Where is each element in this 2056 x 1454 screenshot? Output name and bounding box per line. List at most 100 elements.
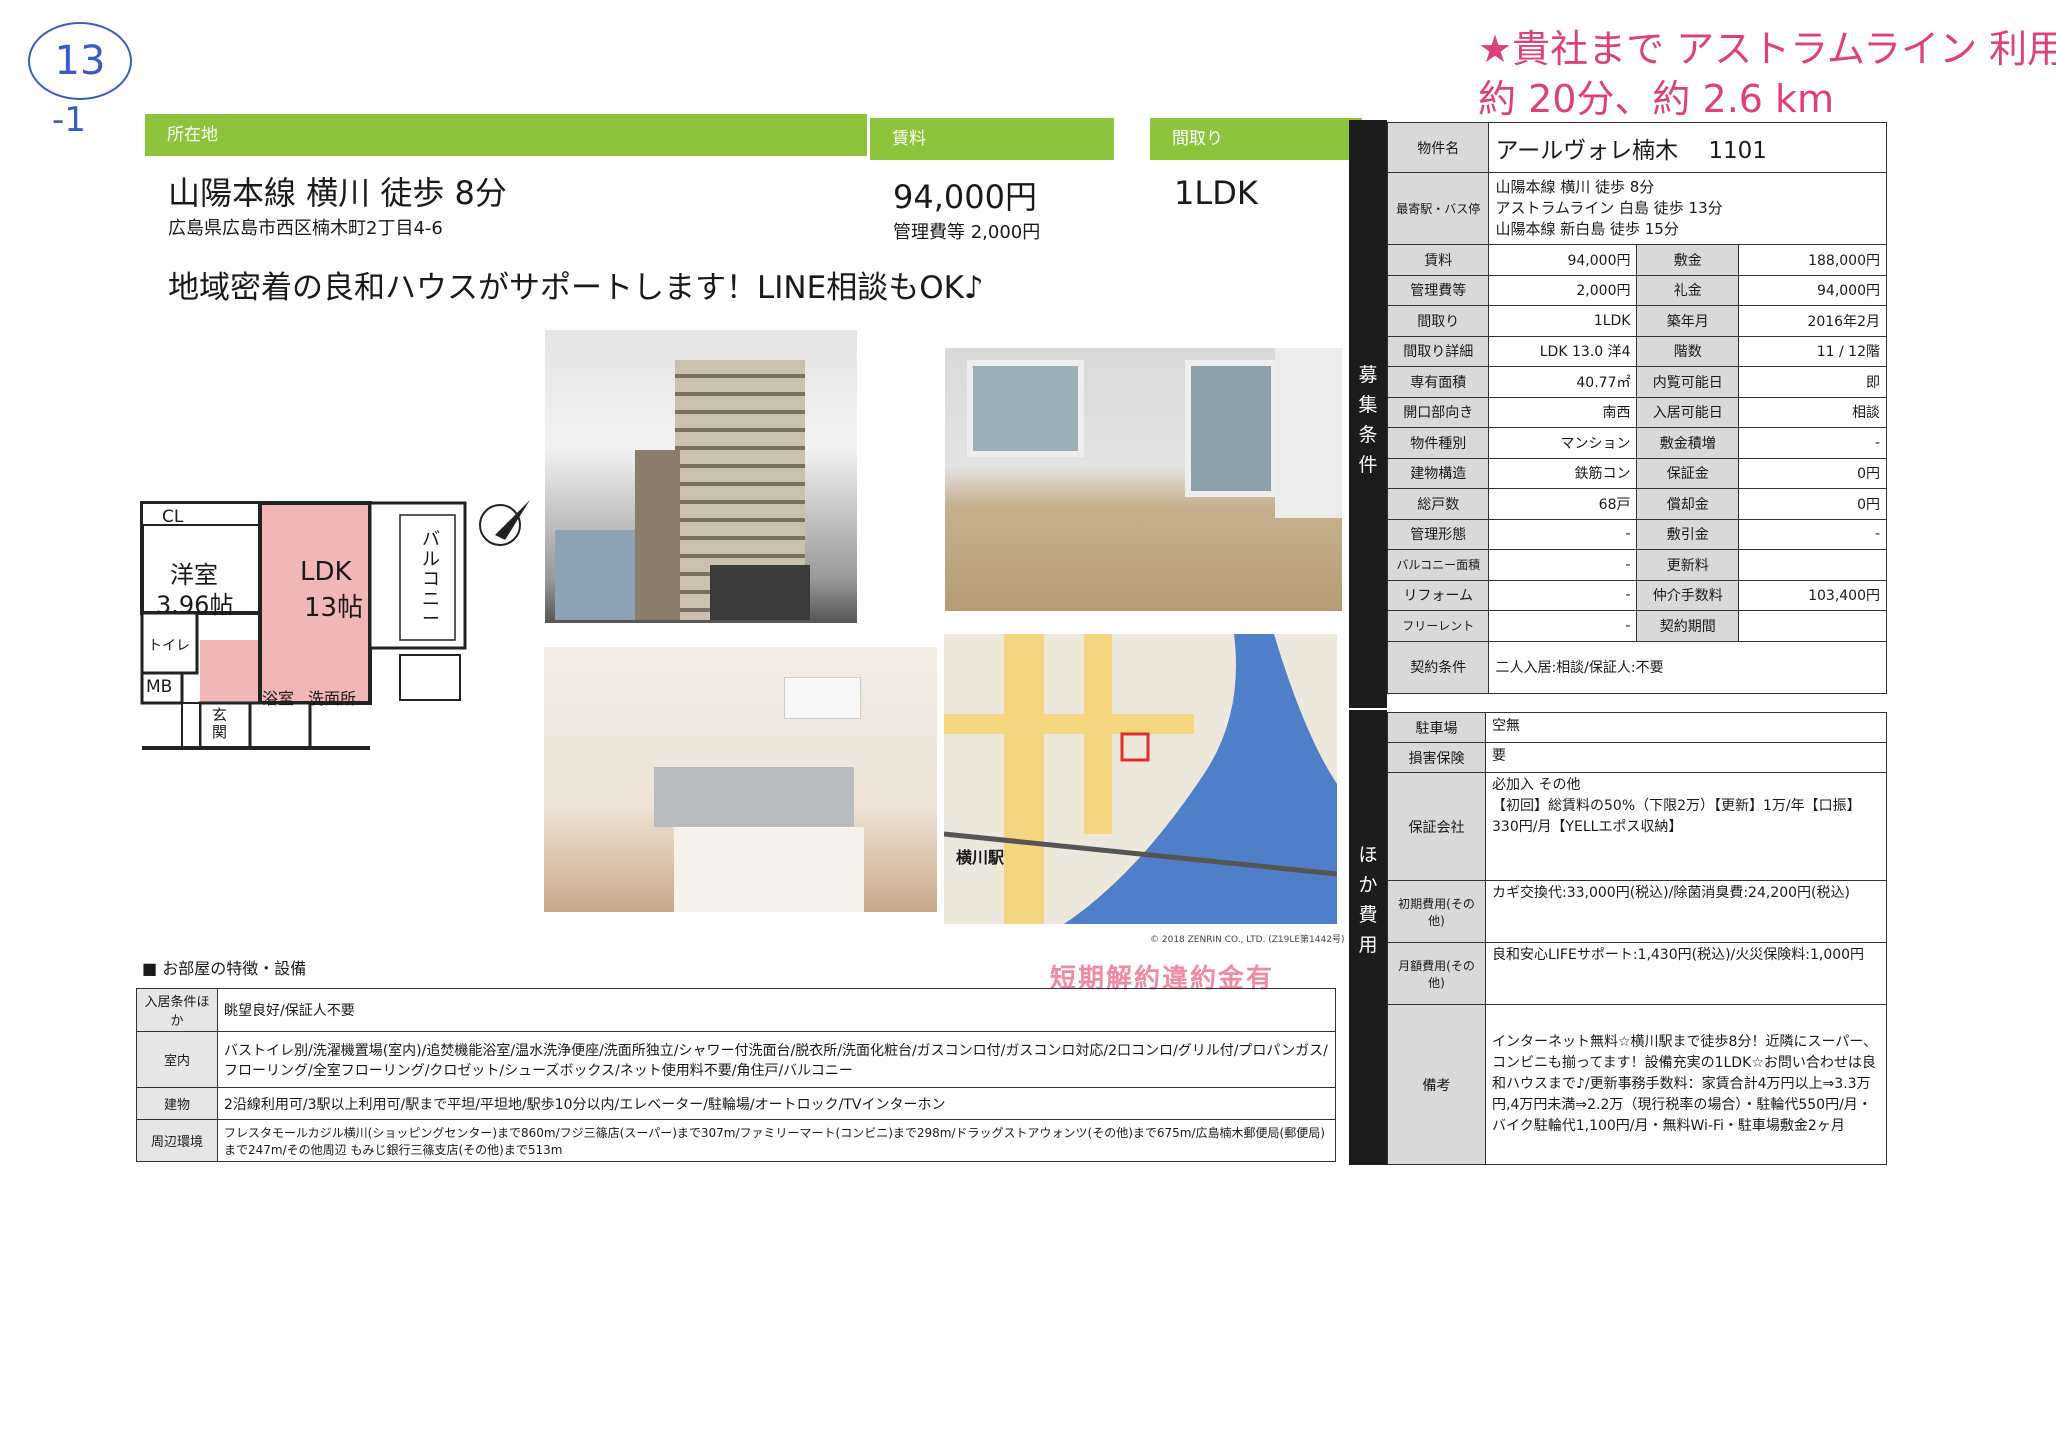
spec-label: 更新料 (1636, 549, 1739, 581)
other-value: カギ交換代:33,000円(税込)/除菌消臭費:24,200円(税込) (1485, 880, 1887, 943)
washroom-label: 洗面所 (308, 689, 357, 708)
other-label: 初期費用(その他) (1387, 880, 1486, 943)
feature-row: 建物 2沿線利用可/3駅以上利用可/駅まで平坦/平坦地/駅歩10分以内/エレベー… (136, 1087, 1336, 1120)
mb-label: MB (146, 677, 173, 697)
feature-row: 入居条件ほか 眺望良好/保証人不要 (136, 988, 1336, 1032)
building-exterior-photo (545, 330, 857, 623)
layout-value: 1LDK (1174, 174, 1258, 212)
spec-value: 即 (1737, 366, 1888, 398)
spec-value: 103,400円 (1737, 579, 1888, 611)
spec-value: 0円 (1737, 457, 1888, 489)
spec-label: フリーレント (1386, 610, 1490, 642)
living-room-photo (945, 348, 1342, 611)
parking-structure (710, 565, 810, 620)
spec-label: 物件種別 (1386, 427, 1490, 459)
spec-value: 1LDK (1488, 305, 1638, 337)
features-heading: ■ お部屋の特徴・設備 (142, 959, 307, 978)
toilet-label: トイレ (148, 638, 190, 654)
circled-number-text: 13 (54, 38, 106, 84)
spec-label: バルコニー面積 (1386, 549, 1490, 581)
other-value: 要 (1485, 742, 1887, 773)
contract-label: 契約条件 (1386, 640, 1490, 694)
other-value: 良和安心LIFEサポート:1,430円(税込)/火災保険料:1,000円 (1485, 942, 1887, 1005)
spec-value: - (1488, 518, 1638, 550)
area-map: 横川駅 (944, 634, 1337, 924)
rent-header: 賃料 (870, 118, 1114, 160)
feature-label: 入居条件ほか (136, 988, 218, 1032)
spec-label: 敷引金 (1636, 518, 1739, 550)
spec-label: 礼金 (1636, 274, 1739, 306)
spec-value: - (1488, 549, 1638, 581)
window-left (967, 360, 1084, 457)
spec-label: 入居可能日 (1636, 396, 1739, 428)
other-label: 損害保険 (1387, 742, 1486, 773)
spec-row: 専有面積 40.77㎡ 内覧可能日即 (1386, 366, 1888, 398)
spec-label: 階数 (1636, 335, 1739, 367)
spec-contract-row: 契約条件 二人入居:相談/保証人:不要 (1386, 640, 1887, 694)
other-value: 必加入 その他 【初回】総賃料の50%（下限2万）【更新】1万/年【口振】330… (1485, 772, 1887, 881)
spec-row: 総戸数 68戸 償却金 0円 (1386, 488, 1888, 520)
catchphrase: 地域密着の良和ハウスがサポートします！LINE相談もOK♪ (168, 270, 984, 306)
spec-row: 間取り詳細 LDK 13.0 洋4 階数 11 / 12階 (1386, 335, 1888, 367)
access-label: 最寄駅・バス停 (1386, 172, 1490, 245)
station-access: 山陽本線 横川 徒歩 8分 (168, 174, 507, 212)
western-room-size: 3.96帖 (156, 591, 234, 619)
conditions-bar: 募集条件 (1349, 120, 1387, 708)
spec-label: 間取り (1386, 305, 1490, 337)
feature-value: バストイレ別/洗濯機置場(室内)/追焚機能浴室/温水洗浄便座/洗面所独立/シャワ… (217, 1031, 1336, 1088)
other-row: 保証会社 必加入 その他 【初回】総賃料の50%（下限2万）【更新】1万/年【口… (1387, 772, 1887, 881)
spec-value: 南西 (1488, 396, 1638, 428)
spec-label: 築年月 (1636, 305, 1739, 337)
spec-label: 保証金 (1636, 457, 1739, 489)
spec-row: 開口部向き 南西 入居可能日 相談 (1386, 396, 1888, 428)
other-label: 月額費用(その他) (1387, 942, 1486, 1005)
other-row: 損害保険 要 (1387, 742, 1887, 773)
spec-row: 賃料 94,000円 敷金 188,000円 (1386, 244, 1888, 276)
spec-value: 2016年2月 (1737, 305, 1888, 337)
spec-table: 物件名 アールヴォレ楠木 1101 最寄駅・バス停 山陽本線 横川 徒歩 8分 … (1386, 122, 1888, 694)
ldk-label: LDK (300, 557, 352, 587)
spec-label: 契約期間 (1636, 610, 1739, 642)
spec-value: 鉄筋コン (1488, 457, 1638, 489)
spec-row: 管理形態 - 敷引金 - (1386, 518, 1888, 550)
spec-value: - (1737, 427, 1888, 459)
spec-label: 間取り詳細 (1386, 335, 1490, 367)
other-row: 備考 インターネット無料☆横川駅まで徒歩8分！近隣にスーパー、コンビニも揃ってま… (1387, 1004, 1887, 1165)
spec-value: 188,000円 (1737, 244, 1888, 276)
spec-row: バルコニー面積 - 更新料 (1386, 549, 1888, 581)
spec-label: 建物構造 (1386, 457, 1490, 489)
spec-row: 建物構造 鉄筋コン 保証金 0円 (1386, 457, 1888, 489)
spec-value: 68戸 (1488, 488, 1638, 520)
spec-label: 専有面積 (1386, 366, 1490, 398)
handwritten-note-line2: 約 20分、約 2.6 km (1478, 77, 1835, 121)
location-header: 所在地 (145, 114, 867, 156)
spec-row: 物件種別 マンション 敷金積増 - (1386, 427, 1888, 459)
feature-value: フレスタモールカジル横川(ショッピングセンター)まで860m/フジ三篠店(スーパ… (217, 1119, 1336, 1162)
compass-icon (475, 495, 535, 555)
spec-row: フリーレント - 契約期間 (1386, 610, 1888, 642)
spec-label: 管理費等 (1386, 274, 1490, 306)
rent-value: 94,000円 (893, 178, 1037, 216)
kitchen-photo (544, 647, 937, 912)
spec-value: LDK 13.0 洋4 (1488, 335, 1638, 367)
spec-row: リフォーム - 仲介手数料 103,400円 (1386, 579, 1888, 611)
building-side (635, 450, 680, 620)
spec-value: 2,000円 (1488, 274, 1638, 306)
bath-label: 浴室 (262, 689, 295, 708)
other-value: 空無 (1485, 712, 1887, 743)
other-row: 初期費用(その他) カギ交換代:33,000円(税込)/除菌消臭費:24,200… (1387, 880, 1887, 943)
spec-value (1737, 610, 1888, 642)
feature-label: 室内 (136, 1031, 218, 1088)
entrance-label: 玄関 (212, 706, 228, 741)
kitchen-cabinet (674, 827, 864, 912)
spec-value: 40.77㎡ (1488, 366, 1638, 398)
other-label: 駐車場 (1387, 712, 1486, 743)
other-row: 駐車場 空無 (1387, 712, 1887, 743)
spec-label: 内覧可能日 (1636, 366, 1739, 398)
feature-value: 眺望良好/保証人不要 (217, 988, 1336, 1032)
access-list: 山陽本線 横川 徒歩 8分 アストラムライン 白島 徒歩 13分 山陽本線 新白… (1488, 172, 1887, 245)
circled-number: 13 (28, 22, 132, 100)
other-costs-table: 駐車場 空無 損害保険 要 保証会社 必加入 その他 【初回】総賃料の50%（下… (1387, 712, 1887, 1165)
map-drawing (944, 634, 1337, 924)
spec-value: - (1488, 610, 1638, 642)
